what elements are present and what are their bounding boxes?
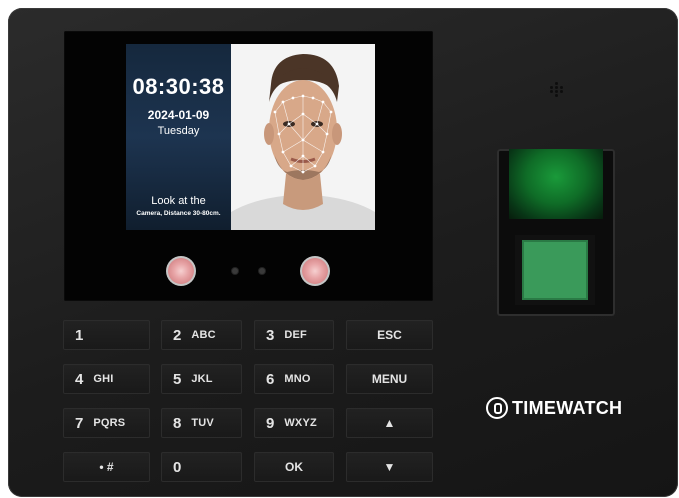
- key-6-number: 6: [266, 370, 275, 388]
- instruction-line-2: Camera, Distance 30-80cm.: [136, 210, 221, 217]
- key-2-letters: ABC: [191, 329, 216, 341]
- status-panel: 08:30:38 2024-01-09 Tuesday Look at the …: [126, 44, 231, 230]
- key-9[interactable]: 9 WXYZ: [254, 408, 334, 438]
- face-camera-preview: [231, 44, 375, 230]
- key-8-letters: TUV: [191, 417, 214, 429]
- key-4-letters: GHI: [93, 373, 114, 385]
- up-arrow-key[interactable]: ▲: [346, 408, 433, 438]
- key-5-letters: JKL: [191, 373, 213, 385]
- key-8-number: 8: [173, 414, 182, 432]
- camera-sensor-right: [259, 268, 265, 274]
- key-7[interactable]: 7 PQRS: [63, 408, 150, 438]
- key-6-letters: MNO: [284, 373, 311, 385]
- key-9-letters: WXYZ: [284, 417, 317, 429]
- fingerprint-light: [509, 149, 603, 219]
- key-5-number: 5: [173, 370, 182, 388]
- key-3-letters: DEF: [284, 329, 307, 341]
- key-1[interactable]: 1: [63, 320, 150, 350]
- ir-led-left: [166, 256, 196, 286]
- key-6[interactable]: 6 MNO: [254, 364, 334, 394]
- esc-key[interactable]: ESC: [346, 320, 433, 350]
- key-2[interactable]: 2 ABC: [161, 320, 242, 350]
- key-4[interactable]: 4 GHI: [63, 364, 150, 394]
- key-9-number: 9: [266, 414, 275, 432]
- key-3[interactable]: 3 DEF: [254, 320, 334, 350]
- key-4-number: 4: [75, 370, 84, 388]
- display-screen: 08:30:38 2024-01-09 Tuesday Look at the …: [126, 44, 375, 230]
- key-7-number: 7: [75, 414, 84, 432]
- key-8[interactable]: 8 TUV: [161, 408, 242, 438]
- dot-hash-key[interactable]: • #: [63, 452, 150, 482]
- speaker-grille-icon: [548, 82, 566, 98]
- current-date: 2024-01-09: [147, 108, 210, 122]
- face-scan-image: [231, 44, 375, 230]
- key-0[interactable]: 0: [161, 452, 242, 482]
- key-1-number: 1: [75, 326, 84, 344]
- key-0-number: 0: [173, 458, 182, 476]
- key-3-number: 3: [266, 326, 275, 344]
- ir-led-right: [300, 256, 330, 286]
- menu-key[interactable]: MENU: [346, 364, 433, 394]
- clock-time: 08:30:38: [132, 74, 225, 99]
- ok-key[interactable]: OK: [254, 452, 334, 482]
- key-2-number: 2: [173, 326, 182, 344]
- camera-sensor-left: [232, 268, 238, 274]
- key-5[interactable]: 5 JKL: [161, 364, 242, 394]
- current-day: Tuesday: [157, 125, 200, 137]
- key-7-letters: PQRS: [93, 417, 126, 429]
- instruction-line-1: Look at the: [151, 195, 206, 207]
- timewatch-logo-icon: [486, 397, 508, 419]
- brand-name: TIMEWATCH: [512, 397, 623, 418]
- down-arrow-key[interactable]: ▼: [346, 452, 433, 482]
- fingerprint-reader: [497, 149, 615, 316]
- fingerprint-sensor[interactable]: [522, 240, 588, 300]
- brand-logo: TIMEWATCH: [486, 397, 622, 419]
